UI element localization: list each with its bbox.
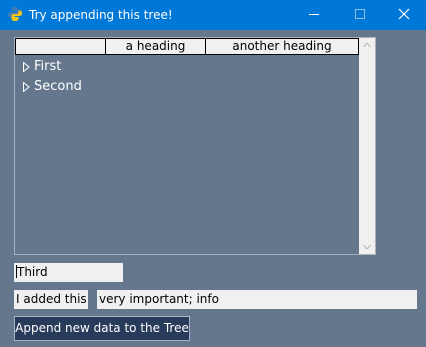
maximize-icon xyxy=(355,9,365,19)
scroll-up-icon[interactable] xyxy=(363,42,371,48)
tree-view[interactable]: a heading another heading First Second xyxy=(14,37,376,255)
append-button[interactable]: Append new data to the Tree xyxy=(14,316,190,341)
tree-node-label: Second xyxy=(34,79,82,94)
python-icon xyxy=(8,7,22,21)
minimize-button[interactable] xyxy=(291,0,336,30)
tree-header: a heading another heading xyxy=(15,38,359,55)
close-button[interactable] xyxy=(382,0,426,30)
minimize-icon xyxy=(309,14,319,15)
column-header-tree[interactable] xyxy=(15,38,106,55)
vertical-scrollbar[interactable] xyxy=(359,38,375,254)
window-title: Try appending this tree! xyxy=(29,8,173,22)
triangle-right-icon[interactable] xyxy=(23,82,30,92)
scroll-down-icon[interactable] xyxy=(363,244,371,250)
column-header-a-heading[interactable]: a heading xyxy=(105,38,206,55)
key-input[interactable]: I added this xyxy=(14,290,88,309)
maximize-button[interactable] xyxy=(337,0,382,30)
info-input[interactable]: very important; info xyxy=(97,290,417,309)
column-header-another-heading[interactable]: another heading xyxy=(205,38,359,55)
close-icon xyxy=(398,8,410,20)
triangle-right-icon[interactable] xyxy=(23,62,30,72)
new-item-value: Third xyxy=(17,265,48,279)
tree-node-label: First xyxy=(34,59,62,74)
new-item-input[interactable]: Third xyxy=(14,263,123,282)
title-bar[interactable]: Try appending this tree! xyxy=(0,0,426,30)
